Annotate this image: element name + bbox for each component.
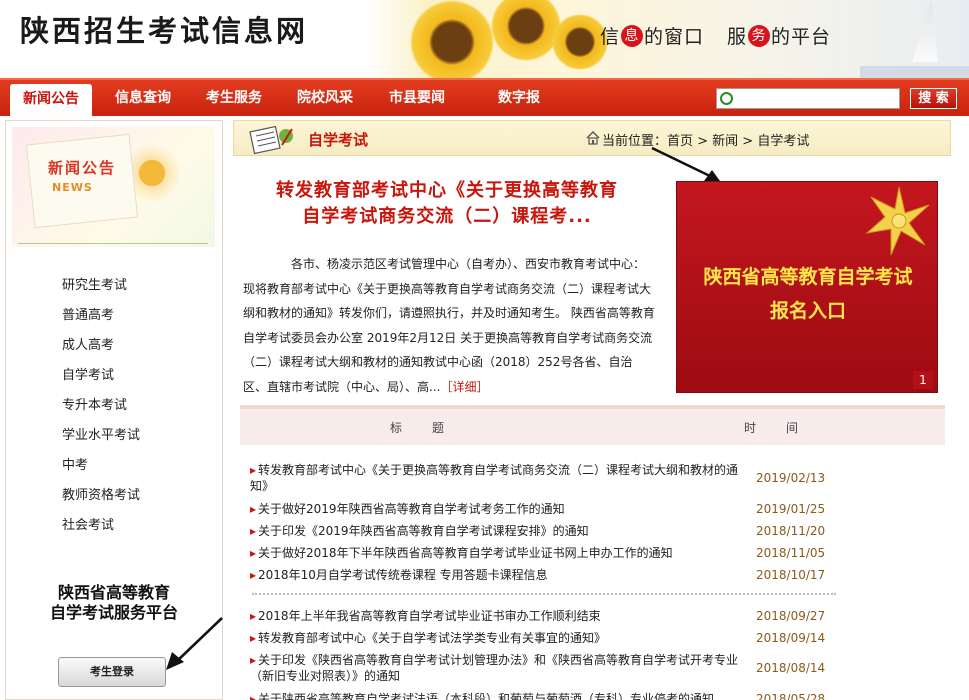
search-input[interactable] xyxy=(737,90,897,107)
list-header: 标 题 时 间 xyxy=(240,409,945,445)
breadcrumb-bar: 自学考试 当前位置：首页 > 新闻 > 自学考试 xyxy=(233,120,951,156)
item-title: 2018年10月自学考试传统卷课程 专用答题卡课程信息 xyxy=(250,567,742,583)
sidebar-item-upgrade-exam[interactable]: 专升本考试 xyxy=(62,391,140,421)
slogan-information: 信息的窗口 xyxy=(600,22,704,49)
sailboat-icon xyxy=(912,0,938,62)
platform-title-line: 自学考试服务平台 xyxy=(49,603,178,622)
featured-title-line: 自学考试商务交流（二）课程考... xyxy=(302,206,592,227)
banner-subtitle: NEWS xyxy=(52,181,93,194)
slogan-text: 服 xyxy=(727,26,748,48)
item-title: 转发教育部考试中心《关于更换高等教育自学考试商务交流（二）课程考试大纲和教材的通… xyxy=(250,462,742,494)
item-date: 2018/11/05 xyxy=(756,546,826,560)
notepad-icon xyxy=(249,125,293,154)
platform-title-line: 陕西省高等教育 xyxy=(57,583,170,602)
item-title: 关于做好2019年陕西省高等教育自学考试考务工作的通知 xyxy=(250,501,742,517)
sidebar-item-zhongkao[interactable]: 中考 xyxy=(62,451,140,481)
item-title: 2018年上半年我省高等教育自学考试毕业证书审办工作顺利结束 xyxy=(250,608,742,624)
nav-item-county-news[interactable]: 市县要闻 xyxy=(389,80,445,116)
item-title: 关于陕西省高等教育自学考试法语（本科段）和葡萄与葡萄酒（专科）专业停考的通知 xyxy=(250,691,742,700)
gold-bow-icon xyxy=(865,186,930,256)
sidebar-item-adult-exam[interactable]: 成人高考 xyxy=(62,331,140,361)
slogan-text: 的窗口 xyxy=(644,26,705,48)
banner-line: 报名入口 xyxy=(769,300,846,322)
item-title: 转发教育部考试中心《关于自学考试法学类专业有关事宜的通知》 xyxy=(250,630,742,646)
sidebar-item-teacher-exam[interactable]: 教师资格考试 xyxy=(62,481,140,511)
section-title: 自学考试 xyxy=(308,131,369,149)
nav-item-candidate-service[interactable]: 考生服务 xyxy=(206,80,262,116)
item-date: 2018/10/17 xyxy=(756,568,826,582)
sidebar-item-social-exam[interactable]: 社会考试 xyxy=(62,511,140,541)
search-button[interactable]: 搜 索 xyxy=(910,88,957,109)
banner-title: 新闻公告 xyxy=(48,159,117,177)
banner-line: 陕西省高等教育自学考试 xyxy=(703,266,913,288)
item-title: 关于做好2018年下半年陕西省高等教育自学考试毕业证书网上申办工作的通知 xyxy=(250,545,742,561)
item-date: 2019/01/25 xyxy=(756,502,826,516)
sea-decoration xyxy=(860,66,969,78)
category-list: 研究生考试 普通高考 成人高考 自学考试 专升本考试 学业水平考试 中考 教师资… xyxy=(62,271,140,541)
candidate-login-button[interactable]: 考生登录 xyxy=(58,657,166,687)
slogan-mark: 务 xyxy=(748,24,771,47)
slogan-text: 的平台 xyxy=(771,26,832,48)
sidebar-item-self-study-exam[interactable]: 自学考试 xyxy=(62,361,140,391)
sunflower-decoration xyxy=(404,0,500,78)
notice-list: 标 题 时 间 转发教育部考试中心《关于更换高等教育自学考试商务交流（二）课程考… xyxy=(240,405,945,700)
item-title: 关于印发《陕西省高等教育自学考试计划管理办法》和《陕西省高等教育自学考试开考专业… xyxy=(250,652,742,684)
featured-title-line: 转发教育部考试中心《关于更换高等教育 xyxy=(276,180,618,201)
site-header: 陕西招生考试信息网 信息的窗口 服务的平台 xyxy=(0,0,969,78)
home-icon xyxy=(586,131,600,145)
slogan-mark: 息 xyxy=(621,24,644,47)
sidebar-item-proficiency-exam[interactable]: 学业水平考试 xyxy=(62,421,140,451)
column-header-time: 时 间 xyxy=(744,421,801,435)
main-nav: 新闻公告 信息查询 考生服务 院校风采 市县要闻 数字报 搜 索 xyxy=(0,78,969,116)
detail-link[interactable]: ［详细］ xyxy=(440,380,488,394)
item-date: 2018/09/14 xyxy=(756,631,826,645)
slide-index[interactable]: 1 xyxy=(913,371,933,389)
sidebar-item-gaokao[interactable]: 普通高考 xyxy=(62,301,140,331)
item-date: 2018/05/28 xyxy=(756,692,826,700)
item-date: 2018/08/14 xyxy=(756,661,826,675)
sidebar: 新闻公告 NEWS 研究生考试 普通高考 成人高考 自学考试 专升本考试 学业水… xyxy=(5,120,223,700)
search-icon xyxy=(720,92,733,105)
column-header-title: 标 题 xyxy=(390,421,447,435)
summary-text: 各市、杨凌示范区考试管理中心（自考办）、西安市教育考试中心：现将教育部考试中心《… xyxy=(243,257,655,394)
breadcrumb[interactable]: 当前位置：首页 > 新闻 > 自学考试 xyxy=(602,130,809,149)
featured-article-title[interactable]: 转发教育部考试中心《关于更换高等教育 自学考试商务交流（二）课程考... xyxy=(233,178,661,230)
registration-banner[interactable]: 陕西省高等教育自学考试 报名入口 1 xyxy=(676,181,938,393)
news-banner: 新闻公告 NEWS xyxy=(12,127,215,247)
sidebar-item-graduate-exam[interactable]: 研究生考试 xyxy=(62,271,140,301)
nav-item-digital-paper[interactable]: 数字报 xyxy=(498,80,540,116)
banner-divider xyxy=(18,243,208,244)
page: 陕西招生考试信息网 信息的窗口 服务的平台 新闻公告 信息查询 考生服务 院校风… xyxy=(0,0,969,700)
item-date: 2018/11/20 xyxy=(756,524,826,538)
nav-item-info-query[interactable]: 信息查询 xyxy=(115,80,171,116)
list-divider xyxy=(252,593,836,595)
site-title: 陕西招生考试信息网 xyxy=(20,14,309,48)
slogan-text: 信 xyxy=(600,26,621,48)
featured-article-summary: 各市、杨凌示范区考试管理中心（自考办）、西安市教育考试中心：现将教育部考试中心《… xyxy=(243,252,655,399)
search-box xyxy=(716,88,900,109)
slogan-service: 服务的平台 xyxy=(727,22,831,49)
platform-title: 陕西省高等教育 自学考试服务平台 xyxy=(6,583,222,623)
nav-item-news[interactable]: 新闻公告 xyxy=(10,84,92,116)
item-title: 关于印发《2019年陕西省高等教育自学考试课程安排》的通知 xyxy=(250,523,742,539)
nav-item-colleges[interactable]: 院校风采 xyxy=(297,80,353,116)
item-date: 2018/09/27 xyxy=(756,609,826,623)
item-date: 2019/02/13 xyxy=(756,471,826,485)
